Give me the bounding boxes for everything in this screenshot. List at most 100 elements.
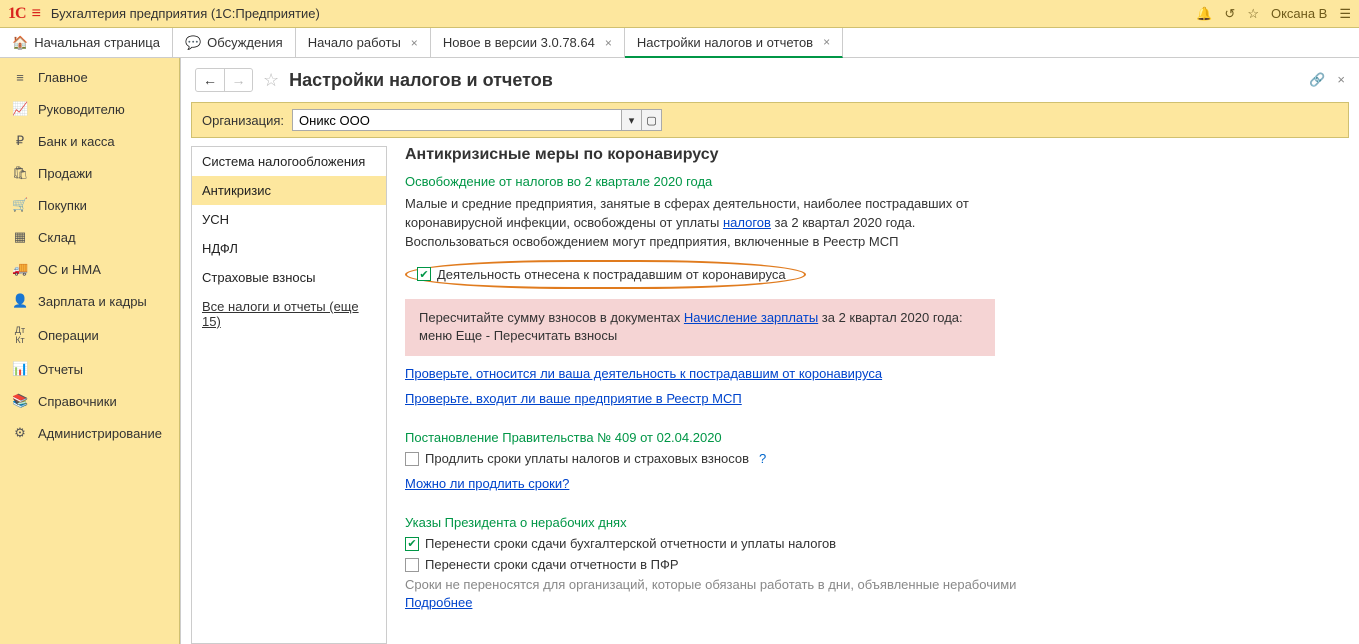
category-insurance[interactable]: Страховые взносы — [192, 263, 386, 292]
history-icon[interactable]: ↺ — [1224, 6, 1235, 22]
org-label: Организация: — [202, 113, 284, 128]
sidebar-label: Главное — [38, 70, 88, 85]
category-all-taxes-link[interactable]: Все налоги и отчеты (еще 15) — [192, 292, 386, 336]
checkbox-empty-icon[interactable]: ✔ — [405, 558, 419, 572]
truck-icon: 🚚 — [12, 261, 28, 277]
close-icon[interactable]: × — [823, 35, 830, 49]
close-icon[interactable]: × — [411, 36, 418, 50]
sidebar-item-assets[interactable]: 🚚 ОС и НМА — [0, 253, 179, 285]
user-name[interactable]: Оксана В — [1271, 6, 1327, 21]
tabs-row: 🏠 Начальная страница 💬 Обсуждения Начало… — [0, 28, 1359, 58]
sidebar-label: Администрирование — [38, 426, 162, 441]
checkbox-row[interactable]: ✔ Перенести сроки сдачи отчетности в ПФР — [405, 557, 1349, 572]
can-extend-link[interactable]: Можно ли продлить сроки? — [405, 476, 569, 491]
section-heading: Освобождение от налогов во 2 квартале 20… — [405, 174, 1349, 189]
sidebar-label: Банк и касса — [38, 134, 115, 149]
sidebar-item-bank[interactable]: ₽ Банк и касса — [0, 125, 179, 157]
checkbox-empty-icon[interactable]: ✔ — [405, 452, 419, 466]
link-icon[interactable]: 🔗 — [1309, 72, 1325, 88]
tab-discussions[interactable]: 💬 Обсуждения — [173, 28, 296, 57]
close-icon[interactable]: × — [605, 36, 612, 50]
details-link[interactable]: Подробнее — [405, 595, 472, 610]
warning-box: Пересчитайте сумму взносов в документах … — [405, 299, 995, 357]
tab-home[interactable]: 🏠 Начальная страница — [0, 28, 173, 57]
tab-tax-settings[interactable]: Настройки налогов и отчетов × — [625, 28, 843, 58]
favorite-star-icon[interactable]: ☆ — [263, 70, 279, 91]
sidebar-item-sales[interactable]: 🛍Продажи — [0, 157, 179, 189]
checkbox-checked-icon[interactable]: ✔ — [417, 267, 431, 281]
settings-bars-icon[interactable]: ☰ — [1339, 6, 1351, 22]
content-header: ← → ☆ Настройки налогов и отчетов 🔗 × — [181, 58, 1359, 102]
checkbox-checked-icon[interactable]: ✔ — [405, 537, 419, 551]
title-bar: 1C ≡ Бухгалтерия предприятия (1С:Предпри… — [0, 0, 1359, 28]
checkbox-label: Деятельность отнесена к пострадавшим от … — [437, 267, 786, 282]
checkbox-label: Продлить сроки уплаты налогов и страховы… — [425, 451, 749, 466]
category-ndfl[interactable]: НДФЛ — [192, 234, 386, 263]
grid-icon: ▦ — [12, 229, 28, 245]
tab-new-version[interactable]: Новое в версии 3.0.78.64 × — [431, 28, 625, 57]
sidebar-label: Операции — [38, 328, 99, 343]
chart-icon: 📈 — [12, 101, 28, 117]
app-title: Бухгалтерия предприятия (1С:Предприятие) — [51, 6, 320, 21]
nav-forward-button[interactable]: → — [224, 69, 252, 91]
sidebar-item-warehouse[interactable]: ▦Склад — [0, 221, 179, 253]
sidebar: ≡ Главное 📈 Руководителю ₽ Банк и касса 🛍Пр… — [0, 58, 180, 644]
tab-label: Новое в версии 3.0.78.64 — [443, 35, 595, 50]
logo-1c: 1C — [8, 5, 26, 23]
checkbox-row[interactable]: ✔ Перенести сроки сдачи бухгалтерской от… — [405, 536, 1349, 551]
sidebar-label: Зарплата и кадры — [38, 294, 147, 309]
sidebar-item-reports[interactable]: 📊 Отчеты — [0, 353, 179, 385]
section-heading: Указы Президента о нерабочих днях — [405, 515, 1349, 530]
check-activity-link[interactable]: Проверьте, относится ли ваша деятельност… — [405, 366, 882, 381]
sidebar-label: Руководителю — [38, 102, 125, 117]
sidebar-item-operations[interactable]: Дт Кт Операции — [0, 317, 179, 353]
taxes-link[interactable]: налогов — [723, 215, 771, 230]
tab-label: Начало работы — [308, 35, 401, 50]
sidebar-item-catalogs[interactable]: 📚Справочники — [0, 385, 179, 417]
check-registry-link[interactable]: Проверьте, входит ли ваше предприятие в … — [405, 391, 742, 406]
category-list: Система налогообложения Антикризис УСН Н… — [191, 146, 387, 644]
home-icon: 🏠 — [12, 35, 28, 51]
sidebar-label: ОС и НМА — [38, 262, 101, 277]
payroll-link[interactable]: Начисление зарплаты — [684, 310, 818, 325]
nav-back-button[interactable]: ← — [196, 69, 224, 91]
cart-icon: 🛒 — [12, 197, 28, 213]
sidebar-label: Покупки — [38, 198, 87, 213]
help-icon[interactable]: ? — [759, 451, 766, 466]
sidebar-label: Справочники — [38, 394, 117, 409]
muted-note: Сроки не переносятся для организаций, ко… — [405, 576, 1025, 612]
sidebar-label: Отчеты — [38, 362, 83, 377]
organization-bar: Организация: ▾ ▢ — [191, 102, 1349, 138]
page-title: Настройки налогов и отчетов — [289, 70, 553, 91]
chat-icon: 💬 — [185, 35, 201, 51]
tab-label: Обсуждения — [207, 35, 283, 50]
tab-start[interactable]: Начало работы × — [296, 28, 431, 57]
ruble-icon: ₽ — [12, 133, 28, 149]
sidebar-item-manager[interactable]: 📈 Руководителю — [0, 93, 179, 125]
category-tax-system[interactable]: Система налогообложения — [192, 147, 386, 176]
dtkt-icon: Дт Кт — [12, 325, 28, 345]
org-open-button[interactable]: ▢ — [642, 109, 662, 131]
main-menu-icon[interactable]: ≡ — [32, 5, 41, 23]
sidebar-item-salary[interactable]: 👤Зарплата и кадры — [0, 285, 179, 317]
category-anticrisis[interactable]: Антикризис — [192, 176, 386, 205]
org-dropdown-button[interactable]: ▾ — [622, 109, 642, 131]
star-icon[interactable]: ☆ — [1247, 6, 1259, 22]
menu-icon: ≡ — [12, 70, 28, 85]
sidebar-item-purchases[interactable]: 🛒 Покупки — [0, 189, 179, 221]
body-text: Малые и средние предприятия, занятые в с… — [405, 195, 1005, 252]
bell-icon[interactable]: 🔔 — [1196, 6, 1212, 22]
category-usn[interactable]: УСН — [192, 205, 386, 234]
organization-input[interactable] — [292, 109, 622, 131]
highlighted-checkbox-row[interactable]: ✔ Деятельность отнесена к пострадавшим о… — [405, 260, 806, 289]
checkbox-label: Перенести сроки сдачи бухгалтерской отче… — [425, 536, 836, 551]
bar-icon: 📊 — [12, 361, 28, 377]
sidebar-item-main[interactable]: ≡ Главное — [0, 62, 179, 93]
checkbox-label: Перенести сроки сдачи отчетности в ПФР — [425, 557, 679, 572]
main-pane: Антикризисные меры по коронавирусу Освоб… — [387, 146, 1349, 644]
section-heading: Постановление Правительства № 409 от 02.… — [405, 430, 1349, 445]
close-page-icon[interactable]: × — [1337, 72, 1345, 88]
gear-icon: ⚙ — [12, 425, 28, 441]
checkbox-row[interactable]: ✔ Продлить сроки уплаты налогов и страхо… — [405, 451, 1349, 466]
sidebar-item-admin[interactable]: ⚙ Администрирование — [0, 417, 179, 449]
